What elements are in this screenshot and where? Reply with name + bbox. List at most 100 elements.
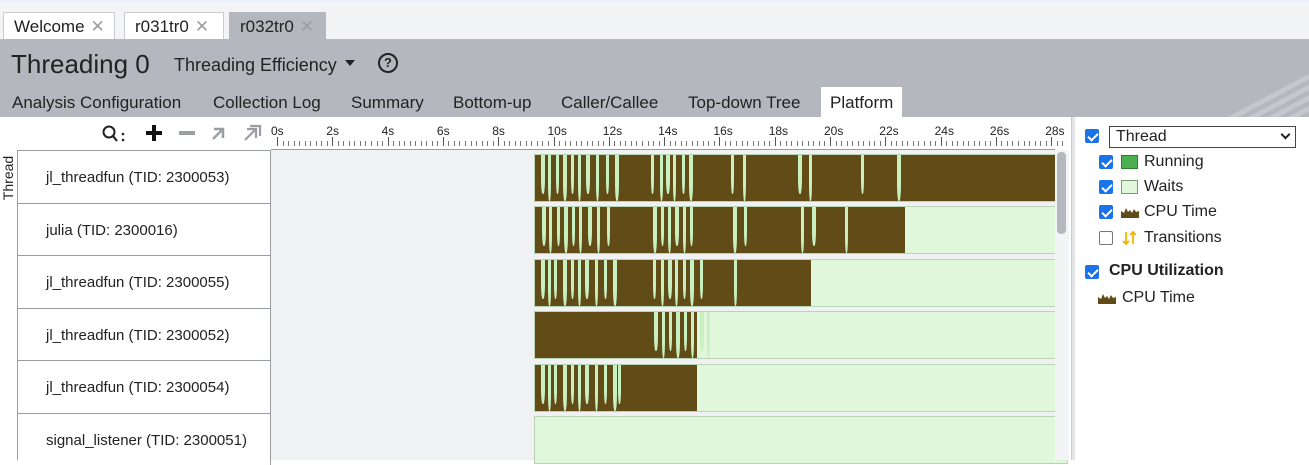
- ruler-tick: [836, 141, 837, 146]
- ruler-tick: [515, 141, 516, 146]
- cpu-utilization-checkbox[interactable]: [1085, 265, 1099, 279]
- ruler-tick: [1040, 141, 1041, 146]
- analysis-header: Threading 0 Threading Efficiency ? Analy…: [0, 39, 1309, 117]
- close-icon[interactable]: ✕: [300, 17, 314, 36]
- ruler-tick: [288, 141, 289, 146]
- thread-track-checkbox[interactable]: [1085, 129, 1099, 143]
- cpu-time-checkbox[interactable]: [1099, 205, 1113, 219]
- ruler-tick: [642, 141, 643, 146]
- running-checkbox[interactable]: [1099, 155, 1113, 169]
- ruler-tick: [675, 141, 676, 146]
- running-segment[interactable]: [535, 207, 905, 253]
- close-icon[interactable]: ✕: [91, 17, 105, 36]
- ruler-tick: [410, 141, 411, 146]
- transitions-checkbox[interactable]: [1099, 231, 1113, 245]
- doc-tab-welcome[interactable]: Welcome✕: [3, 12, 115, 42]
- tick-label: 20s: [824, 124, 843, 138]
- wait-spike: [563, 365, 567, 411]
- ruler-tick: [941, 137, 942, 146]
- thread-row[interactable]: jl_threadfun (TID: 2300054): [18, 360, 271, 413]
- tab-top-down-tree[interactable]: Top-down Tree: [688, 93, 800, 113]
- timeline-ruler[interactable]: 0s2s4s6s8s10s12s14s16s18s20s22s24s26s28s: [271, 117, 1055, 150]
- thread-axis-label: Thread: [0, 156, 16, 200]
- wait-spike: [613, 365, 617, 411]
- zoom-in-icon[interactable]: [145, 124, 163, 142]
- ruler-tick: [415, 141, 416, 146]
- doc-tab-r032tr0[interactable]: r032tr0✕: [229, 12, 326, 42]
- wait-spike: [676, 312, 680, 358]
- tab-caller-callee[interactable]: Caller/Callee: [561, 93, 658, 113]
- wait-spike: [661, 260, 664, 306]
- zoom-out-icon[interactable]: [178, 124, 196, 142]
- wait-spike: [548, 260, 551, 306]
- thread-label: jl_threadfun (TID: 2300052): [46, 327, 229, 344]
- wait-spike: [579, 207, 582, 253]
- ruler-tick: [609, 137, 610, 146]
- ruler-tick: [377, 141, 378, 146]
- ruler-tick: [819, 141, 820, 146]
- running-segment[interactable]: [535, 365, 697, 411]
- search-icon[interactable]: [101, 124, 127, 144]
- reset-zoom-icon[interactable]: [242, 124, 262, 142]
- wait-spike: [613, 260, 617, 306]
- ruler-tick: [902, 141, 903, 146]
- thread-row[interactable]: jl_threadfun (TID: 2300052): [18, 308, 271, 361]
- wait-spike: [654, 312, 658, 351]
- ruler-tick: [719, 137, 720, 146]
- thread-lane[interactable]: [534, 416, 1068, 464]
- help-icon[interactable]: ?: [378, 53, 398, 73]
- scrollbar-thumb[interactable]: [1057, 152, 1066, 234]
- ruler-tick: [681, 141, 682, 146]
- doc-tab-label: r031tr0: [135, 17, 189, 36]
- thread-row[interactable]: jl_threadfun (TID: 2300053): [18, 150, 271, 203]
- ruler-tick: [371, 141, 372, 146]
- ruler-tick: [869, 141, 870, 146]
- ruler-tick: [1012, 141, 1013, 146]
- wait-spike: [554, 365, 557, 404]
- tab-platform[interactable]: Platform: [821, 87, 902, 117]
- running-segment[interactable]: [535, 312, 697, 358]
- cpu-time-icon: [1121, 206, 1139, 218]
- ruler-tick: [863, 141, 864, 146]
- wait-spike: [682, 155, 685, 194]
- tick-label: 10s: [548, 124, 567, 138]
- thread-row[interactable]: julia (TID: 2300016): [18, 203, 271, 256]
- thread-type-select[interactable]: Thread: [1109, 126, 1296, 148]
- ruler-tick: [708, 141, 709, 146]
- running-segment[interactable]: [535, 260, 811, 306]
- wait-spike: [691, 312, 694, 358]
- wait-spike: [588, 207, 592, 246]
- wait-spike: [578, 260, 581, 306]
- undo-zoom-icon[interactable]: [210, 124, 228, 142]
- ruler-tick: [581, 141, 582, 146]
- ruler-tick: [559, 141, 560, 146]
- ruler-tick: [432, 141, 433, 146]
- wait-spike: [571, 365, 574, 404]
- doc-tab-r031tr0[interactable]: r031tr0 ✕: [124, 12, 224, 42]
- ruler-tick: [498, 137, 499, 146]
- thread-type-select-value: Thread: [1116, 128, 1167, 145]
- ruler-tick: [714, 141, 715, 146]
- ruler-tick: [471, 141, 472, 146]
- close-icon[interactable]: ✕: [195, 17, 209, 36]
- thread-row[interactable]: signal_listener (TID: 2300051): [18, 413, 271, 465]
- ruler-tick: [338, 141, 339, 146]
- wait-spike: [541, 260, 545, 299]
- viewpoint-selector[interactable]: Threading Efficiency: [174, 55, 337, 76]
- running-segment[interactable]: [535, 155, 1065, 201]
- tab-analysis-configuration[interactable]: Analysis Configuration: [12, 93, 181, 113]
- chevron-down-icon[interactable]: [345, 60, 355, 66]
- waits-swatch: [1121, 180, 1138, 194]
- ruler-tick: [321, 141, 322, 146]
- thread-row[interactable]: jl_threadfun (TID: 2300055): [18, 255, 271, 308]
- tab-collection-log[interactable]: Collection Log: [213, 93, 321, 113]
- ruler-tick: [769, 141, 770, 146]
- tab-bottom-up[interactable]: Bottom-up: [453, 93, 531, 113]
- ruler-tick: [354, 141, 355, 146]
- waits-checkbox[interactable]: [1099, 180, 1113, 194]
- timeline-plot[interactable]: [271, 150, 1055, 460]
- ruler-tick: [697, 141, 698, 146]
- tab-summary[interactable]: Summary: [351, 93, 424, 113]
- tick-label: 0s: [271, 124, 284, 138]
- wait-spike: [585, 260, 589, 299]
